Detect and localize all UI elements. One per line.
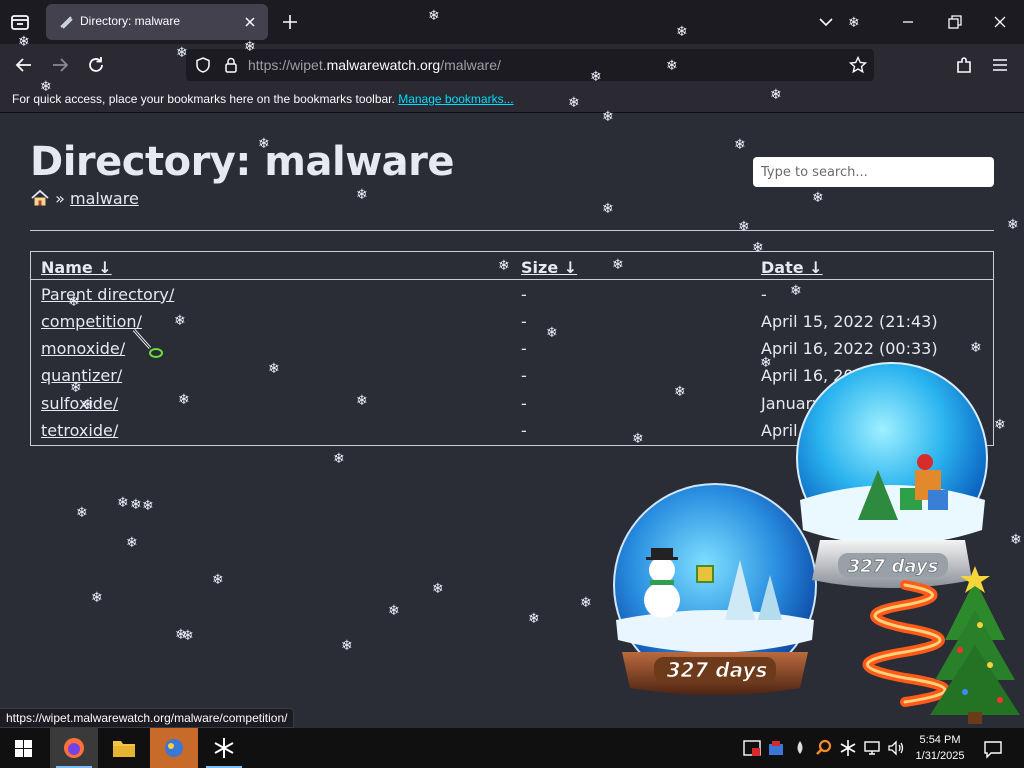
home-icon[interactable]: [30, 189, 50, 207]
breadcrumb-separator: »: [55, 189, 65, 208]
link-status-url: https://wipet.malwarewatch.org/malware/c…: [0, 708, 295, 728]
table-row: quantizer/ - April 16, 2022: [31, 362, 993, 389]
forward-icon[interactable]: [49, 54, 71, 76]
entry-link[interactable]: quantizer/: [41, 366, 122, 385]
search-input[interactable]: [753, 157, 994, 187]
entry-date: April 16, 2022 (00:33): [761, 339, 938, 358]
taskbar: 5:54 PM 1/31/2025: [0, 728, 1024, 768]
bookmarks-hint-text: For quick access, place your bookmarks h…: [12, 92, 395, 106]
taskbar-snow-app[interactable]: [200, 728, 248, 768]
bookmark-star-icon[interactable]: [848, 55, 868, 75]
volume-icon[interactable]: [886, 738, 906, 758]
bookmarks-toolbar: For quick access, place your bookmarks h…: [0, 86, 1024, 113]
entry-size: -: [521, 366, 527, 385]
table-row: monoxide/ - April 16, 2022 (00:33): [31, 335, 993, 362]
entry-date: April 15, 2022 (21:43): [761, 312, 938, 331]
list-all-tabs-icon[interactable]: [816, 12, 836, 32]
lock-icon[interactable]: [222, 56, 240, 74]
entry-date: April 1: [761, 421, 813, 440]
folder-icon: [113, 741, 135, 757]
table-row: competition/ - April 15, 2022 (21:43): [31, 308, 993, 335]
entry-size: -: [521, 285, 527, 304]
restore-icon[interactable]: [944, 12, 964, 32]
snowflake-tray-icon[interactable]: [838, 738, 858, 758]
breadcrumb: » malware: [30, 189, 139, 208]
extensions-icon[interactable]: [953, 54, 975, 76]
entry-date: April 16, 2022: [761, 366, 874, 385]
close-window-icon[interactable]: [990, 12, 1010, 32]
url-host: malwarewatch.org: [326, 57, 441, 73]
entry-link[interactable]: Parent directory/: [41, 285, 174, 304]
entry-link[interactable]: sulfoxide/: [41, 394, 118, 413]
manage-bookmarks-link[interactable]: Manage bookmarks...: [398, 92, 513, 106]
page-content: Directory: malware » malware Name ↓ Size…: [0, 113, 1024, 728]
taskbar-firefox[interactable]: [50, 728, 98, 768]
reload-icon[interactable]: [85, 54, 107, 76]
tab-title: Directory: malware: [80, 14, 181, 28]
entry-size: -: [521, 421, 527, 440]
network-icon[interactable]: [862, 738, 882, 758]
table-row: sulfoxide/ - January: [31, 390, 993, 417]
start-button[interactable]: [0, 728, 48, 768]
entry-date: -: [761, 285, 767, 304]
url-text[interactable]: https://wipet.malwarewatch.org/malware/: [248, 57, 501, 73]
notifications-icon[interactable]: [982, 738, 1004, 760]
back-icon[interactable]: [13, 54, 35, 76]
new-tab-icon[interactable]: [280, 12, 300, 32]
entry-size: -: [521, 394, 527, 413]
minimize-icon[interactable]: [898, 12, 918, 32]
breadcrumb-current-link[interactable]: malware: [70, 189, 139, 208]
app-tray-icon[interactable]: [766, 738, 786, 758]
tracking-protection-shield-icon[interactable]: [194, 56, 212, 74]
entry-date: January: [761, 394, 822, 413]
tab-bar: Directory: malware: [0, 0, 1024, 44]
sort-by-size-link[interactable]: Size ↓: [521, 258, 577, 277]
droplet-tray-icon[interactable]: [790, 738, 810, 758]
url-bar[interactable]: https://wipet.malwarewatch.org/malware/: [186, 49, 874, 81]
app-icon: [165, 739, 183, 757]
entry-size: -: [521, 312, 527, 331]
entry-link[interactable]: monoxide/: [41, 339, 125, 358]
entry-size: -: [521, 339, 527, 358]
firefox-icon: [64, 738, 84, 758]
table-row: tetroxide/ - April 1: [31, 417, 993, 444]
page-favicon-icon: [60, 16, 73, 29]
url-path: /malware/: [440, 57, 501, 73]
taskbar-file-explorer[interactable]: [100, 728, 148, 768]
windows-logo-icon: [15, 740, 32, 757]
security-alert-tray-icon[interactable]: [742, 738, 762, 758]
table-header: Name ↓ Size ↓ Date ↓: [31, 252, 993, 280]
url-prefix: https://wipet.: [248, 57, 327, 73]
tab-active[interactable]: Directory: malware: [46, 4, 268, 40]
search-tray-icon[interactable]: [814, 738, 834, 758]
close-tab-icon[interactable]: [240, 12, 260, 32]
taskbar-app[interactable]: [150, 728, 198, 768]
divider: [30, 230, 994, 231]
navigation-toolbar: https://wipet.malwarewatch.org/malware/: [0, 44, 1024, 86]
screen: Directory: malware https://wipet.malware…: [0, 0, 1024, 768]
bookmarks-hint: For quick access, place your bookmarks h…: [12, 92, 514, 106]
entry-link[interactable]: competition/: [41, 312, 142, 331]
sort-by-name-link[interactable]: Name ↓: [41, 258, 112, 277]
system-clock[interactable]: 5:54 PM 1/31/2025: [910, 732, 970, 764]
clock-time: 5:54 PM: [919, 734, 961, 746]
entry-link[interactable]: tetroxide/: [41, 421, 118, 440]
snowflake-app-icon: [214, 738, 234, 758]
tab-list-icon[interactable]: [8, 10, 32, 34]
page-title: Directory: malware: [30, 139, 455, 185]
table-row: Parent directory/ - -: [31, 281, 993, 308]
busy-cursor-icon: [132, 329, 163, 358]
directory-table: Name ↓ Size ↓ Date ↓ Parent directory/ -…: [30, 251, 994, 446]
clock-date: 1/31/2025: [915, 750, 965, 762]
menu-icon[interactable]: [989, 54, 1011, 76]
sort-by-date-link[interactable]: Date ↓: [761, 258, 823, 277]
